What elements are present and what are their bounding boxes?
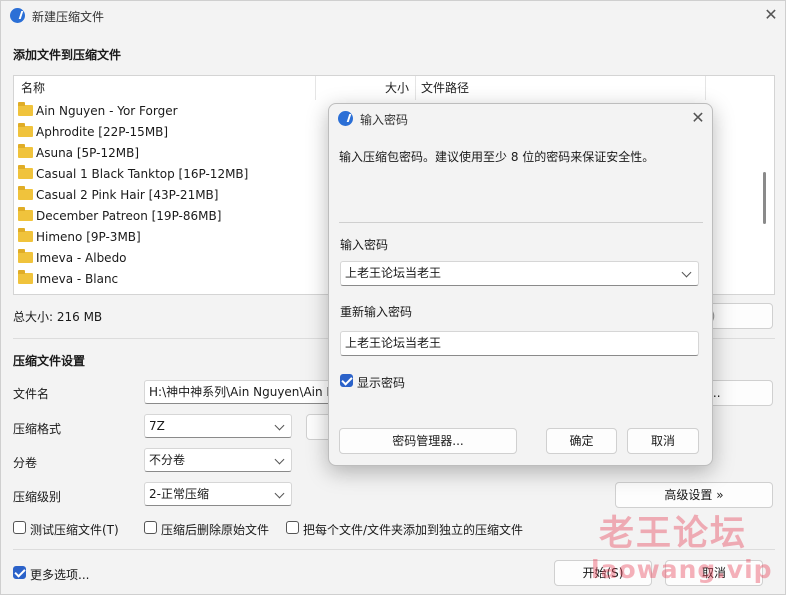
- folder-icon: [18, 165, 33, 179]
- separate-archives-checkbox[interactable]: [286, 521, 299, 534]
- dialog-cancel-button[interactable]: 取消: [627, 428, 699, 454]
- more-options-checkbox[interactable]: [13, 566, 26, 579]
- test-archive-checkbox[interactable]: [13, 521, 26, 534]
- file-name: Casual 2 Pink Hair [43P-21MB]: [36, 188, 219, 202]
- dialog-title: 输入密码: [360, 113, 409, 127]
- file-name: December Patreon [19P-86MB]: [36, 209, 222, 223]
- watermark-text: 老王论坛: [599, 514, 748, 554]
- column-header-name[interactable]: 名称: [21, 76, 45, 100]
- show-password-label[interactable]: 显示密码: [357, 374, 405, 391]
- password-manager-button[interactable]: 密码管理器...: [339, 428, 517, 454]
- list-item[interactable]: December Patreon [19P-86MB]: [18, 206, 221, 227]
- show-password-checkbox[interactable]: [340, 374, 353, 387]
- list-item[interactable]: Casual 2 Pink Hair [43P-21MB]: [18, 185, 218, 206]
- dialog-description: 输入压缩包密码。建议使用至少 8 位的密码来保证安全性。: [339, 150, 655, 164]
- file-name: Imeva - Blanc: [36, 272, 119, 286]
- list-item[interactable]: Asuna [5P-12MB]: [18, 143, 139, 164]
- column-divider[interactable]: [705, 76, 706, 100]
- list-item[interactable]: Casual 1 Black Tanktop [16P-12MB]: [18, 164, 248, 185]
- chevron-down-icon: [274, 420, 285, 431]
- folder-icon: [18, 102, 33, 116]
- reenter-password-input[interactable]: 上老王论坛当老王: [340, 331, 699, 356]
- list-item[interactable]: Himeno [9P-3MB]: [18, 227, 141, 248]
- settings-section-title: 压缩文件设置: [13, 354, 86, 368]
- total-size-text: 总大小: 216 MB: [13, 310, 103, 324]
- list-item[interactable]: Aphrodite [22P-15MB]: [18, 122, 168, 143]
- reenter-password-label: 重新输入密码: [340, 305, 413, 319]
- filename-input[interactable]: H:\神中神系列\Ain Nguyen\Ain N: [144, 380, 344, 404]
- separate-archives-label[interactable]: 把每个文件/文件夹添加到独立的压缩文件: [303, 521, 523, 538]
- more-options-label[interactable]: 更多选项...: [30, 566, 89, 583]
- delete-after-checkbox[interactable]: [144, 521, 157, 534]
- list-item[interactable]: Ain Nguyen - Yor Forger: [18, 101, 178, 122]
- folder-icon: [18, 249, 33, 263]
- password-value: 上老王论坛当老王: [345, 266, 442, 280]
- folder-icon: [18, 228, 33, 242]
- window-close-button[interactable]: ✕: [761, 7, 781, 27]
- password-dialog: 输入密码 ✕ 输入压缩包密码。建议使用至少 8 位的密码来保证安全性。 输入密码…: [328, 103, 713, 466]
- file-name: Ain Nguyen - Yor Forger: [36, 104, 178, 118]
- column-header-path[interactable]: 文件路径: [421, 76, 469, 100]
- files-section-title: 添加文件到压缩文件: [13, 48, 122, 62]
- new-archive-window: 新建压缩文件 ✕ 添加文件到压缩文件 名称 大小 文件路径 Ain Nguyen…: [0, 0, 786, 595]
- format-select[interactable]: 7Z: [144, 414, 292, 438]
- watermark-url: laowang.vip: [591, 555, 773, 584]
- level-label: 压缩级别: [13, 490, 62, 504]
- level-value: 2-正常压缩: [149, 487, 209, 501]
- folder-icon: [18, 207, 33, 221]
- divider: [339, 222, 703, 223]
- format-value: 7Z: [149, 419, 165, 433]
- column-header-size[interactable]: 大小: [385, 76, 409, 100]
- column-divider[interactable]: [415, 76, 416, 100]
- window-title: 新建压缩文件: [32, 10, 105, 24]
- filename-label: 文件名: [13, 387, 50, 401]
- level-select[interactable]: 2-正常压缩: [144, 482, 292, 506]
- folder-icon: [18, 186, 33, 200]
- app-logo-icon: [338, 111, 353, 126]
- folder-icon: [18, 270, 33, 284]
- format-label: 压缩格式: [13, 422, 62, 436]
- volume-select[interactable]: 不分卷: [144, 448, 292, 472]
- volume-label: 分卷: [13, 456, 38, 470]
- dialog-close-button[interactable]: ✕: [688, 110, 708, 130]
- list-item[interactable]: Imeva - Blanc: [18, 269, 118, 290]
- app-logo-icon: [10, 8, 25, 23]
- column-divider[interactable]: [315, 76, 316, 100]
- volume-value: 不分卷: [149, 453, 186, 467]
- password-label: 输入密码: [340, 238, 389, 252]
- file-name: Asuna [5P-12MB]: [36, 146, 139, 160]
- title-bar: 新建压缩文件 ✕: [1, 1, 786, 31]
- file-name: Casual 1 Black Tanktop [16P-12MB]: [36, 167, 249, 181]
- ok-button[interactable]: 确定: [546, 428, 617, 454]
- folder-icon: [18, 144, 33, 158]
- chevron-down-icon: [274, 488, 285, 499]
- test-archive-label[interactable]: 测试压缩文件(T): [30, 521, 119, 538]
- password-input[interactable]: 上老王论坛当老王: [340, 261, 699, 286]
- file-name: Aphrodite [22P-15MB]: [36, 125, 169, 139]
- chevron-down-icon[interactable]: [681, 267, 692, 278]
- list-scrollbar[interactable]: [763, 172, 766, 224]
- list-item[interactable]: Imeva - Albedo: [18, 248, 127, 269]
- file-name: Imeva - Albedo: [36, 251, 127, 265]
- delete-after-label[interactable]: 压缩后删除原始文件: [161, 521, 269, 538]
- chevron-down-icon: [274, 454, 285, 465]
- file-name: Himeno [9P-3MB]: [36, 230, 141, 244]
- folder-icon: [18, 123, 33, 137]
